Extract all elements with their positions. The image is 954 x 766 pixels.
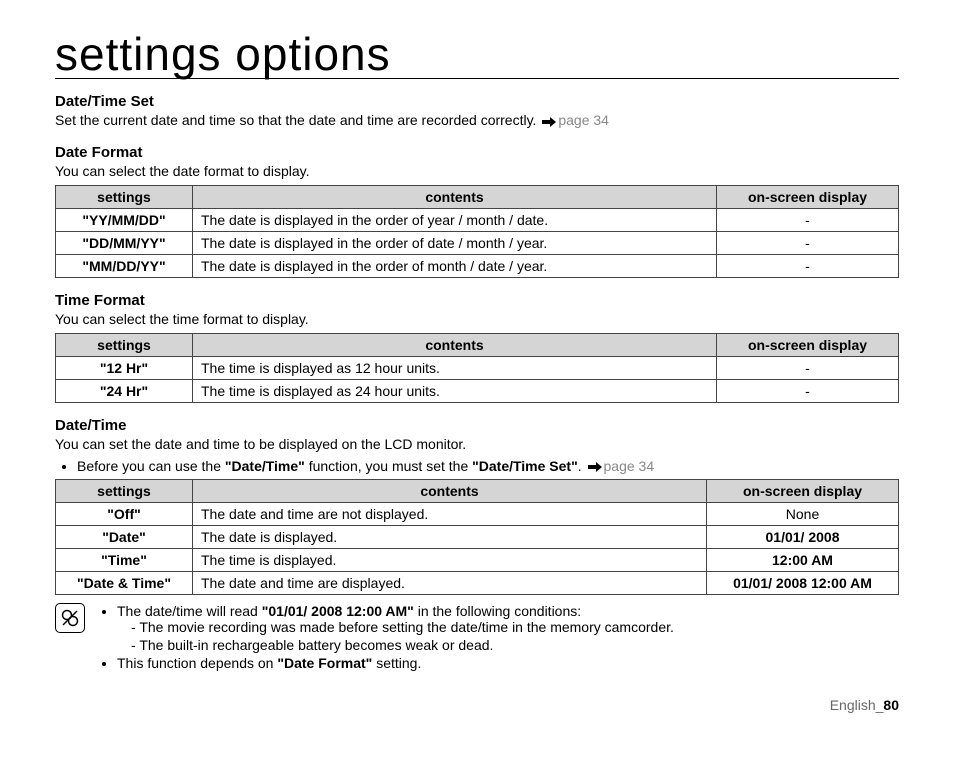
cell-setting: "Date & Time" — [56, 571, 193, 594]
table-row: "Date & Time"The date and time are displ… — [56, 571, 899, 594]
note-icon — [55, 603, 85, 633]
note-line1: The date/time will read "01/01/ 2008 12:… — [117, 603, 899, 653]
cell-content: The date is displayed. — [193, 525, 707, 548]
n1-post: in the following conditions: — [414, 603, 581, 619]
th-settings: settings — [56, 185, 193, 208]
cell-setting: "DD/MM/YY" — [56, 231, 193, 254]
cell-content: The time is displayed. — [193, 548, 707, 571]
cell-content: The date is displayed in the order of da… — [193, 231, 717, 254]
section-title-datetimeset: Date/Time Set — [55, 93, 899, 110]
section-text-datetime: You can set the date and time to be disp… — [55, 436, 899, 452]
table-row: "Date"The date is displayed.01/01/ 2008 — [56, 525, 899, 548]
arrow-icon — [542, 114, 556, 130]
n2-pre: This function depends on — [117, 655, 277, 671]
note-body: The date/time will read "01/01/ 2008 12:… — [97, 603, 899, 673]
cell-setting: "Off" — [56, 502, 193, 525]
section-title-timeformat: Time Format — [55, 292, 899, 309]
th-osd: on-screen display — [717, 185, 899, 208]
cell-osd: - — [717, 356, 899, 379]
note-line2: This function depends on "Date Format" s… — [117, 655, 899, 671]
table-row: "YY/MM/DD"The date is displayed in the o… — [56, 208, 899, 231]
table-row: "Off"The date and time are not displayed… — [56, 502, 899, 525]
th-contents: contents — [193, 333, 717, 356]
cell-content: The date and time are displayed. — [193, 571, 707, 594]
table-header-row: settings contents on-screen display — [56, 333, 899, 356]
cell-content: The time is displayed as 24 hour units. — [193, 379, 717, 402]
cell-setting: "12 Hr" — [56, 356, 193, 379]
table-header-row: settings contents on-screen display — [56, 185, 899, 208]
page-ref: page 34 — [604, 458, 655, 474]
section-text-dateformat: You can select the date format to displa… — [55, 163, 899, 179]
cell-content: The date is displayed in the order of mo… — [193, 254, 717, 277]
cell-content: The date and time are not displayed. — [193, 502, 707, 525]
cell-content: The time is displayed as 12 hour units. — [193, 356, 717, 379]
table-row: "DD/MM/YY"The date is displayed in the o… — [56, 231, 899, 254]
cell-osd: 12:00 AM — [707, 548, 899, 571]
footer-lang: English — [830, 697, 876, 713]
th-settings: settings — [56, 479, 193, 502]
table-header-row: settings contents on-screen display — [56, 479, 899, 502]
b-pre: Before you can use the — [77, 458, 225, 474]
b-bold1: "Date/Time" — [225, 458, 305, 474]
cell-osd: - — [717, 231, 899, 254]
section-title-dateformat: Date Format — [55, 144, 899, 161]
cell-osd: - — [717, 379, 899, 402]
note-block: The date/time will read "01/01/ 2008 12:… — [55, 603, 899, 673]
section-text-timeformat: You can select the time format to displa… — [55, 311, 899, 327]
table-row: "MM/DD/YY"The date is displayed in the o… — [56, 254, 899, 277]
cell-setting: "Date" — [56, 525, 193, 548]
cell-setting: "YY/MM/DD" — [56, 208, 193, 231]
n2-b: "Date Format" — [277, 655, 372, 671]
cell-osd: 01/01/ 2008 — [707, 525, 899, 548]
table-row: "Time"The time is displayed.12:00 AM — [56, 548, 899, 571]
note-sub1: The movie recording was made before sett… — [131, 619, 899, 635]
arrow-icon — [588, 459, 602, 475]
th-contents: contents — [193, 479, 707, 502]
cell-content: The date is displayed in the order of ye… — [193, 208, 717, 231]
section-text-datetimeset: Set the current date and time so that th… — [55, 112, 899, 129]
page-footer: English_80 — [55, 697, 899, 713]
table-dateformat: settings contents on-screen display "YY/… — [55, 185, 899, 278]
section-title-datetime: Date/Time — [55, 417, 899, 434]
table-datetime: settings contents on-screen display "Off… — [55, 479, 899, 595]
b-bold2: "Date/Time Set" — [472, 458, 578, 474]
cell-setting: "24 Hr" — [56, 379, 193, 402]
cell-setting: "Time" — [56, 548, 193, 571]
b-mid: function, you must set the — [305, 458, 472, 474]
n1-b: "01/01/ 2008 12:00 AM" — [262, 603, 414, 619]
table-timeformat: settings contents on-screen display "12 … — [55, 333, 899, 403]
page-title: settings options — [55, 30, 899, 79]
n1-pre: The date/time will read — [117, 603, 262, 619]
cell-osd: - — [717, 208, 899, 231]
footer-page: 80 — [883, 697, 899, 713]
datetime-bullet: Before you can use the "Date/Time" funct… — [77, 458, 899, 475]
table-row: "12 Hr"The time is displayed as 12 hour … — [56, 356, 899, 379]
cell-osd: 01/01/ 2008 12:00 AM — [707, 571, 899, 594]
cell-osd: None — [707, 502, 899, 525]
datetime-bullets: Before you can use the "Date/Time" funct… — [55, 458, 899, 475]
th-settings: settings — [56, 333, 193, 356]
cell-setting: "MM/DD/YY" — [56, 254, 193, 277]
th-contents: contents — [193, 185, 717, 208]
th-osd: on-screen display — [707, 479, 899, 502]
table-row: "24 Hr"The time is displayed as 24 hour … — [56, 379, 899, 402]
note-sub2: The built-in rechargeable battery become… — [131, 637, 899, 653]
cell-osd: - — [717, 254, 899, 277]
n2-post: setting. — [372, 655, 421, 671]
page-ref: page 34 — [558, 112, 609, 128]
b-post: . — [578, 458, 586, 474]
th-osd: on-screen display — [717, 333, 899, 356]
dts-text: Set the current date and time so that th… — [55, 112, 540, 128]
